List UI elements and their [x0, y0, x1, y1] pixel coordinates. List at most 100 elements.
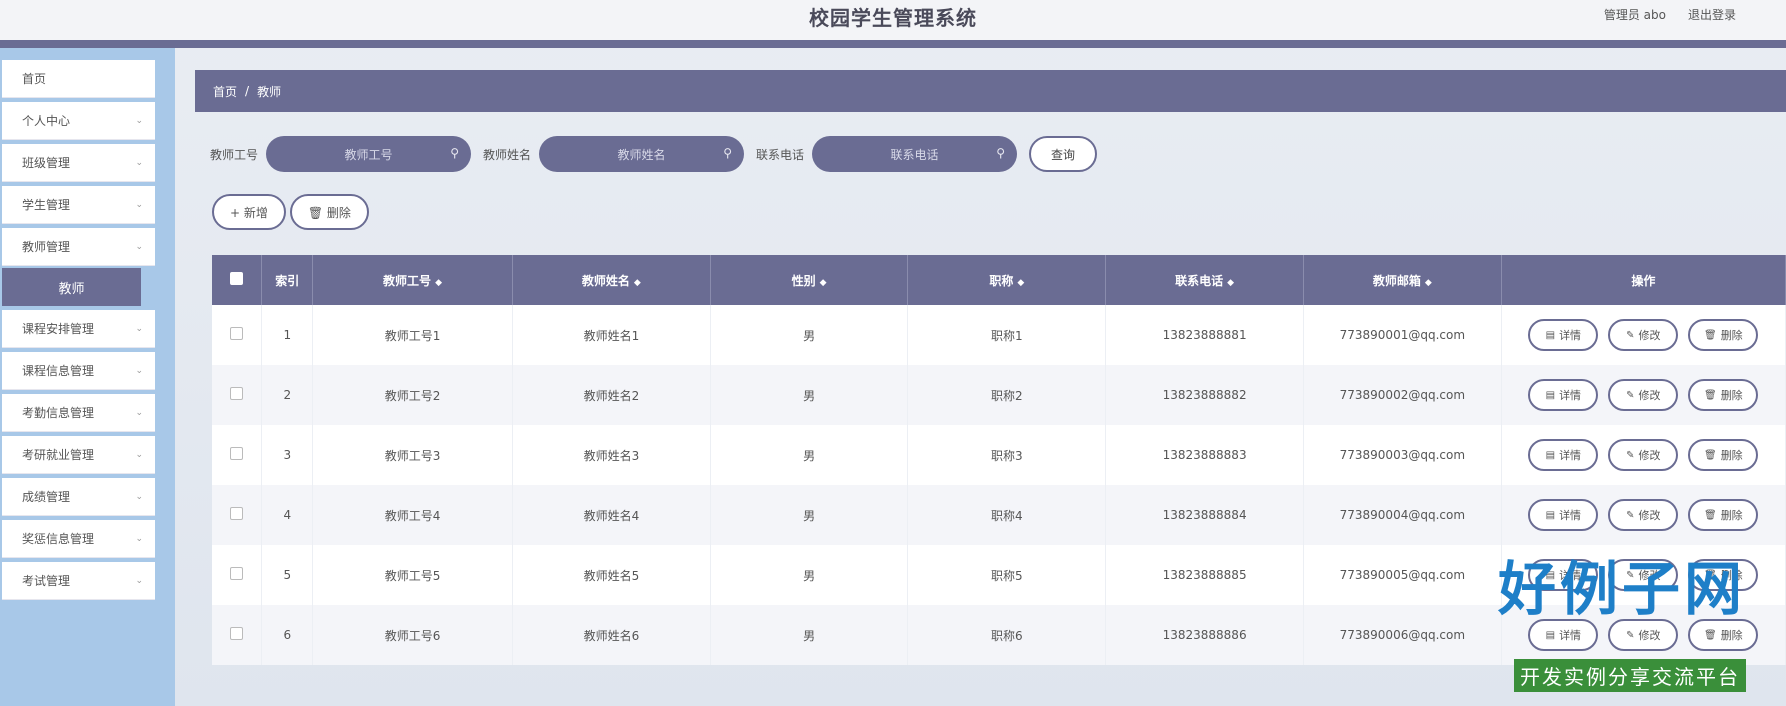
search-input[interactable]: 教师工号 ⚲ — [266, 136, 472, 172]
chevron-down-icon: ⌄ — [135, 323, 143, 334]
detail-button[interactable]: ▤ 详情 — [1528, 439, 1599, 471]
sidebar-item[interactable]: 学生管理 ⌄ — [2, 186, 155, 224]
sidebar-item[interactable]: 课程安排管理 ⌄ — [2, 310, 155, 348]
table-cell-title: 职称2 — [907, 365, 1107, 425]
table-cell-sex: 男 — [710, 425, 909, 485]
search-input[interactable]: 教师姓名 ⚲ — [539, 136, 745, 172]
search-label: 联系电话 — [756, 147, 805, 162]
breadcrumb-home[interactable]: 首页 — [213, 83, 237, 100]
edit-button[interactable]: ✎ 修改 — [1608, 319, 1679, 351]
delete-row-button[interactable]: 🗑 删除 — [1688, 439, 1759, 471]
delete-row-button[interactable]: 🗑 删除 — [1688, 499, 1759, 531]
column-header[interactable]: 联系电话 ◆ — [1105, 255, 1304, 305]
table-cell-phone: 13823888883 — [1105, 425, 1304, 485]
add-button[interactable]: + 新增 — [212, 194, 286, 230]
table-cell-phone: 13823888881 — [1105, 305, 1304, 365]
sidebar-item[interactable]: 考试管理 ⌄ — [2, 562, 155, 600]
sidebar-item[interactable]: 首页 — [2, 60, 155, 98]
column-header: 操作 — [1501, 255, 1786, 305]
sidebar-item[interactable]: 考勤信息管理 ⌄ — [2, 394, 155, 432]
edit-button-label: 修改 — [1638, 329, 1661, 342]
table-cell-phone: 13823888882 — [1105, 365, 1304, 425]
delete-row-button-label: 删除 — [1720, 449, 1743, 462]
row-checkbox[interactable] — [230, 327, 244, 340]
row-actions: ▤ 详情 ✎ 修改 🗑 删除 — [1503, 499, 1784, 531]
trash-icon: 🗑 — [1703, 629, 1717, 641]
search-input[interactable]: 联系电话 ⚲ — [812, 136, 1018, 172]
sidebar-subitem-teacher[interactable]: 教师 — [2, 268, 141, 306]
sidebar-item-label: 考试管理 — [22, 574, 71, 588]
sidebar-item-label: 学生管理 — [22, 198, 71, 212]
table-cell-sex: 男 — [710, 605, 909, 665]
table-cell-email: 773890006@qq.com — [1303, 605, 1502, 665]
delete-button[interactable]: 🗑 删除 — [289, 194, 369, 230]
row-checkbox[interactable] — [230, 567, 244, 580]
sort-icon[interactable]: ◆ — [1425, 278, 1432, 288]
edit-button[interactable]: ✎ 修改 — [1608, 439, 1679, 471]
edit-button[interactable]: ✎ 修改 — [1608, 379, 1679, 411]
detail-button[interactable]: ▤ 详情 — [1528, 379, 1599, 411]
sort-icon[interactable]: ◆ — [1227, 278, 1234, 288]
select-all-checkbox[interactable] — [230, 272, 244, 285]
detail-button-label: 详情 — [1559, 389, 1582, 402]
chevron-down-icon: ⌄ — [135, 115, 143, 126]
sidebar-item[interactable]: 个人中心 ⌄ — [2, 102, 155, 140]
row-checkbox[interactable] — [230, 507, 244, 520]
sort-icon[interactable]: ◆ — [435, 278, 442, 288]
search-bar: 教师工号 教师工号 ⚲ 教师姓名 教师姓名 ⚲ 联系电话 联系电话 ⚲ 查询 — [210, 136, 1098, 172]
logout-link[interactable]: 退出登录 — [1688, 6, 1736, 23]
edit-icon: ✎ — [1626, 389, 1635, 401]
row-actions-cell: ▤ 详情 ✎ 修改 🗑 删除 — [1501, 305, 1786, 365]
table-cell-name: 教师姓名2 — [512, 365, 711, 425]
row-checkbox[interactable] — [230, 387, 244, 400]
sort-icon[interactable]: ◆ — [634, 278, 641, 288]
detail-icon: ▤ — [1545, 509, 1556, 521]
detail-icon: ▤ — [1545, 329, 1556, 341]
delete-row-button[interactable]: 🗑 删除 — [1688, 319, 1759, 351]
sort-icon[interactable]: ◆ — [1017, 278, 1024, 288]
column-header[interactable]: 性别 ◆ — [710, 255, 909, 305]
table-cell-name: 教师姓名5 — [512, 545, 711, 605]
sidebar-item-label: 课程信息管理 — [22, 364, 95, 378]
detail-button[interactable]: ▤ 详情 — [1528, 319, 1599, 351]
table-cell-sex: 男 — [710, 365, 909, 425]
detail-button[interactable]: ▤ 详情 — [1528, 499, 1599, 531]
row-checkbox[interactable] — [230, 447, 244, 460]
edit-icon: ✎ — [1626, 329, 1635, 341]
sidebar-item[interactable]: 考研就业管理 ⌄ — [2, 436, 155, 474]
sidebar-item[interactable]: 班级管理 ⌄ — [2, 144, 155, 182]
column-header[interactable]: 教师邮箱 ◆ — [1303, 255, 1502, 305]
search-placeholder: 教师姓名 — [617, 147, 666, 162]
column-header: 索引 — [261, 255, 314, 305]
edit-button[interactable]: ✎ 修改 — [1608, 499, 1679, 531]
search-placeholder: 联系电话 — [890, 147, 939, 162]
sidebar-item[interactable]: 教师管理 ⌄ — [2, 228, 155, 266]
chevron-down-icon: ⌄ — [135, 575, 143, 586]
column-header[interactable]: 教师工号 ◆ — [312, 255, 514, 305]
row-select-cell — [212, 605, 263, 665]
column-header[interactable]: 职称 ◆ — [907, 255, 1107, 305]
table-row: 1 教师工号1 教师姓名1 男职称1 13823888881 773890001@qq.c… — [212, 305, 1786, 365]
sidebar-item[interactable]: 奖惩信息管理 ⌄ — [2, 520, 155, 558]
search-icon: ⚲ — [723, 146, 733, 160]
detail-button-label: 详情 — [1559, 329, 1582, 342]
table-cell-name: 教师姓名3 — [512, 425, 711, 485]
table-cell-email: 773890003@qq.com — [1303, 425, 1502, 485]
top-bar: 校园学生管理系统 管理员 abo 退出登录 — [0, 0, 1786, 40]
sidebar-item[interactable]: 成绩管理 ⌄ — [2, 478, 155, 516]
detail-icon: ▤ — [1545, 389, 1556, 401]
delete-row-button-label: 删除 — [1720, 629, 1743, 642]
sort-icon[interactable]: ◆ — [820, 278, 827, 288]
column-header[interactable]: 教师姓名 ◆ — [512, 255, 711, 305]
row-checkbox[interactable] — [230, 627, 244, 640]
delete-row-button[interactable]: 🗑 删除 — [1688, 379, 1759, 411]
table-header-row: 索引 教师工号 ◆ 教师姓名 ◆ 性别 ◆ 职称 ◆ 联系电话 ◆ 教师邮箱 ◆ 操作 — [212, 255, 1786, 305]
chevron-down-icon: ⌄ — [135, 157, 143, 168]
table-cell-email: 773890005@qq.com — [1303, 545, 1502, 605]
table-row: 4 教师工号4 教师姓名4 男职称4 13823888884 773890004@qq.c… — [212, 485, 1786, 545]
table-row: 3 教师工号3 教师姓名3 男职称3 13823888883 773890003@qq.c… — [212, 425, 1786, 485]
current-user: 管理员 abo — [1603, 8, 1666, 22]
sidebar-item[interactable]: 课程信息管理 ⌄ — [2, 352, 155, 390]
query-button[interactable]: 查询 — [1029, 136, 1098, 172]
chevron-down-icon: ⌄ — [135, 491, 143, 502]
